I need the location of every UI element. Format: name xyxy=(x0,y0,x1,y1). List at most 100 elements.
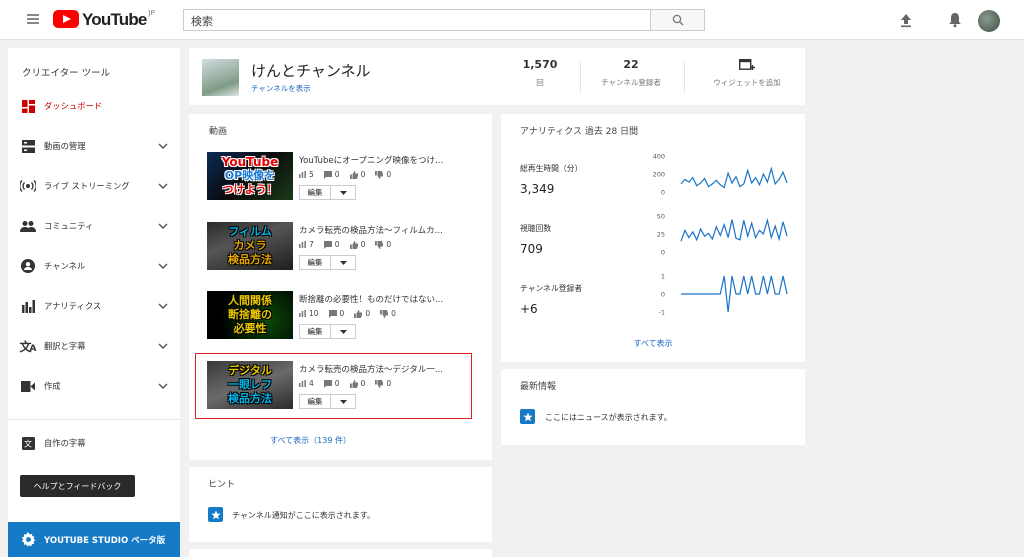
metric-label: 視聴回数 xyxy=(520,224,552,233)
sidebar-item-dashboard[interactable]: ダッシュボード xyxy=(8,93,180,119)
search-input[interactable]: 検索 xyxy=(183,9,651,31)
thumbnail-text: 必要性 xyxy=(233,322,267,335)
chevron-down-icon[interactable] xyxy=(158,382,168,390)
views-sparkline: 50 25 0 xyxy=(657,213,788,256)
caret-down-icon xyxy=(339,329,347,334)
edit-button[interactable]: 編集 xyxy=(300,186,331,199)
hint-text: チャンネル通知がここに表示されます。 xyxy=(232,511,375,520)
chevron-down-icon[interactable] xyxy=(158,142,168,150)
subtitles-icon: 文 xyxy=(20,435,36,451)
show-all-analytics-link[interactable]: すべて表示 xyxy=(501,338,805,349)
metric-value: 3,349 xyxy=(520,182,555,196)
hint-title: ヒント xyxy=(208,480,236,490)
sidebar-item-label: 動画の管理 xyxy=(44,141,86,151)
thumbnail-text: つけよう！ xyxy=(222,183,278,196)
series-line xyxy=(681,275,788,313)
chevron-down-icon[interactable] xyxy=(158,302,168,310)
subscribers-label: チャンネル登録者 xyxy=(601,78,661,87)
video-thumbnail[interactable]: フィルム カメラ 検品方法 xyxy=(207,222,293,270)
comments-count: 0 xyxy=(334,240,340,249)
sidebar-item-label: ダッシュボード xyxy=(44,101,103,111)
edit-dropdown-button[interactable] xyxy=(331,186,355,199)
series-line xyxy=(680,166,788,189)
sidebar-item-video-manager[interactable]: 動画の管理 xyxy=(8,133,180,159)
svg-text:文: 文 xyxy=(24,438,32,448)
tick-label: 0 xyxy=(661,189,665,197)
thumbnail-text: OP映像を xyxy=(224,169,276,182)
edit-button[interactable]: 編集 xyxy=(300,325,331,338)
play-logo-icon xyxy=(53,10,79,28)
tick-label: 200 xyxy=(653,171,665,179)
sidebar-item-own-subtitles[interactable]: 文 自作の字幕 xyxy=(8,430,180,456)
views-icon xyxy=(299,171,306,178)
logo-region: JP xyxy=(148,9,155,17)
edit-dropdown-button[interactable] xyxy=(331,325,355,338)
videos-card: 動画 YouTube OP映像を つけよう！ YouTubeにオープニング映像を… xyxy=(189,114,492,460)
edit-button-group: 編集 xyxy=(299,255,356,270)
video-item: YouTube OP映像を つけよう！ YouTubeにオープニング映像をつけ.… xyxy=(189,152,492,222)
view-channel-link[interactable]: チャンネルを表示 xyxy=(251,83,311,94)
edit-button[interactable]: 編集 xyxy=(300,256,331,269)
comments-count: 0 xyxy=(339,309,345,318)
studio-beta-button[interactable]: YOUTUBE STUDIO ベータ版 xyxy=(8,522,180,557)
likes-count: 0 xyxy=(365,309,371,318)
like-icon xyxy=(349,240,358,249)
sidebar-item-live-streaming[interactable]: ライブ ストリーミング xyxy=(8,173,180,199)
channel-icon xyxy=(20,258,36,274)
translate-icon: 文A xyxy=(19,339,37,355)
video-metrics: 5 0 0 0 xyxy=(299,170,401,179)
star-icon xyxy=(520,409,535,424)
sidebar-item-analytics[interactable]: アナリティクス xyxy=(8,293,180,319)
video-thumbnail[interactable]: 人間関係 断捨離の 必要性 xyxy=(207,291,293,339)
sidebar-item-translations[interactable]: 文A 翻訳と字幕 xyxy=(8,333,180,359)
video-title[interactable]: 断捨離の必要性！ものだけではない... xyxy=(299,293,443,305)
like-icon xyxy=(349,170,358,179)
notification-bell-icon[interactable] xyxy=(947,11,963,28)
views-icon xyxy=(299,241,306,248)
show-all-videos-link[interactable]: すべて表示（139 件） xyxy=(189,435,432,446)
video-title[interactable]: YouTubeにオープニング映像をつけ... xyxy=(299,154,443,166)
chevron-down-icon[interactable] xyxy=(158,342,168,350)
highlight-box xyxy=(195,353,472,419)
video-manager-icon xyxy=(20,138,36,154)
chevron-down-icon[interactable] xyxy=(158,182,168,190)
gear-icon xyxy=(21,532,36,547)
dislike-icon xyxy=(375,170,384,179)
video-thumbnail[interactable]: YouTube OP映像を つけよう！ xyxy=(207,152,293,200)
views-count: 10 xyxy=(309,309,319,318)
views-value: 1,570 xyxy=(522,58,558,71)
channel-header-card: けんとチャンネル チャンネルを表示 1,570 回 22 チャンネル登録者 ウィ… xyxy=(189,48,805,105)
sidebar-item-channel[interactable]: チャンネル xyxy=(8,253,180,279)
videos-title: 動画 xyxy=(209,127,228,137)
tick-label: 50 xyxy=(657,213,665,221)
next-card xyxy=(189,549,492,557)
sidebar-item-create[interactable]: 作成 xyxy=(8,373,180,399)
dislikes-count: 0 xyxy=(386,170,392,179)
creator-sidebar: クリエイター ツール ダッシュボード 動画の管理 ライブ ストリーミング コミュ… xyxy=(8,48,180,557)
comment-icon xyxy=(328,309,337,318)
youtube-logo[interactable]: YouTube JP xyxy=(53,9,155,30)
views-stat: 1,570 回 xyxy=(507,58,573,88)
upload-icon[interactable] xyxy=(898,12,914,28)
sidebar-item-community[interactable]: コミュニティ xyxy=(8,213,180,239)
sidebar-item-label: コミュニティ xyxy=(44,221,94,231)
account-avatar[interactable] xyxy=(978,10,1000,32)
edit-dropdown-button[interactable] xyxy=(331,256,355,269)
studio-label: YOUTUBE STUDIO ベータ版 xyxy=(44,535,166,546)
views-metric: 視聴回数 709 xyxy=(520,223,551,256)
series-line xyxy=(680,217,788,242)
chevron-down-icon[interactable] xyxy=(158,222,168,230)
hamburger-menu-icon[interactable] xyxy=(27,14,39,24)
channel-thumbnail[interactable] xyxy=(202,59,239,96)
help-feedback-button[interactable]: ヘルプとフィードバック xyxy=(20,475,135,497)
create-icon xyxy=(20,378,36,394)
dashboard-icon xyxy=(20,98,36,114)
subscribers-sparkline: 1 0 -1 xyxy=(659,273,788,316)
caret-down-icon xyxy=(339,190,347,195)
search-button[interactable] xyxy=(651,9,705,31)
chevron-down-icon[interactable] xyxy=(158,262,168,270)
add-widget-button[interactable]: ウィジェットを追加 xyxy=(697,58,797,88)
views-count: 7 xyxy=(309,240,314,249)
video-title[interactable]: カメラ転売の検品方法〜フィルムカ... xyxy=(299,224,443,236)
analytics-title: アナリティクス 過去 28 日間 xyxy=(520,127,639,137)
